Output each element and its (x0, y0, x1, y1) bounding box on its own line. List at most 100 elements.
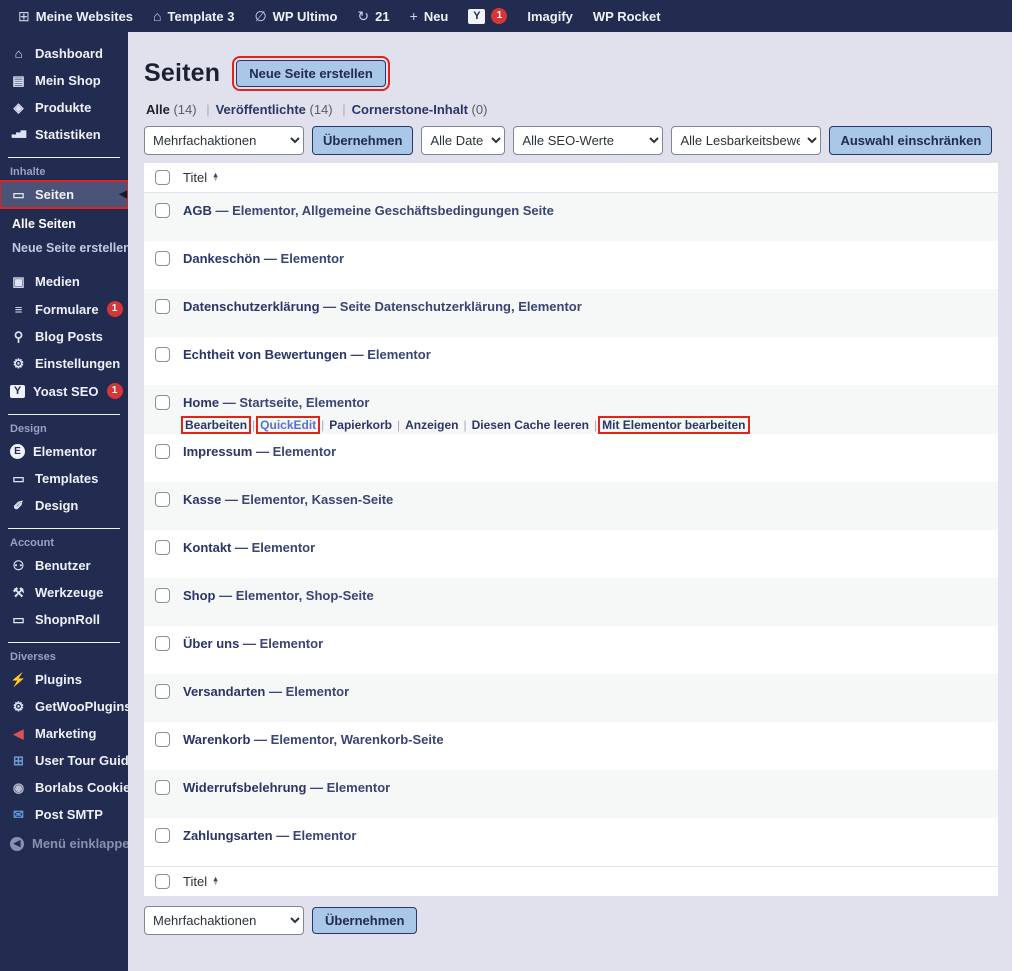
sidebar-item-einstellungen[interactable]: ⚙ Einstellungen (0, 350, 128, 377)
admin-bar-item-yoast[interactable]: Y1 (458, 0, 517, 32)
gear-icon: ⚙ (12, 356, 25, 371)
column-footer-title[interactable]: Titel ▲ ▼ (183, 874, 219, 889)
admin-bar-item-new-content[interactable]: + Neu (400, 0, 459, 32)
row-action-papierkorb[interactable]: Papierkorb (327, 418, 394, 432)
row-checkbox[interactable] (155, 636, 170, 651)
sidebar-item-elementor[interactable]: E Elementor (0, 438, 128, 465)
row-checkbox[interactable] (155, 732, 170, 747)
page-title-link[interactable]: Impressum (183, 444, 252, 459)
readability-filter-select[interactable]: Alle Lesbarkeitsbewertu (671, 126, 822, 155)
filter-button[interactable]: Auswahl einschränken (829, 126, 993, 155)
sidebar-item-mein-shop[interactable]: ▤ Mein Shop (0, 67, 128, 94)
sidebar-item-design[interactable]: ✐ Design (0, 492, 128, 519)
page-title-link[interactable]: Dankeschön (183, 251, 260, 266)
admin-bar-item-meine-websites[interactable]: ⊞ Meine Websites (8, 0, 143, 32)
page-title-link[interactable]: Widerrufsbelehrung (183, 780, 306, 795)
row-action-quickedit[interactable]: QuickEdit (256, 416, 321, 434)
sidebar-item-benutzer[interactable]: ⚇ Benutzer (0, 552, 128, 579)
row-checkbox[interactable] (155, 203, 170, 218)
page-title-link[interactable]: Echtheit von Bewertungen (183, 347, 347, 362)
row-checkbox[interactable] (155, 444, 170, 459)
sidebar-item-yoast-seo[interactable]: Y Yoast SEO 1 (0, 377, 128, 405)
sidebar-item-blog-posts[interactable]: ⚲ Blog Posts (0, 323, 128, 350)
admin-bar-item-label: WP Ultimo (272, 8, 338, 24)
sidebar-item-formulare[interactable]: ≡ Formulare 1 (0, 295, 128, 323)
action-separator: | (321, 418, 325, 432)
sidebar-item-borlabs-cookie[interactable]: ◉ Borlabs Cookie (0, 774, 131, 801)
row-checkbox[interactable] (155, 588, 170, 603)
sidebar-subitem-alle-seiten[interactable]: Alle Seiten (0, 212, 128, 236)
row-checkbox[interactable] (155, 684, 170, 699)
seo-filter-select[interactable]: Alle SEO-Werte (513, 126, 664, 155)
filter-link-alle[interactable]: Alle (146, 102, 170, 117)
sidebar-item-shopnroll[interactable]: ▭ ShopnRoll (0, 606, 128, 633)
column-header-title[interactable]: Titel ▲ ▼ (183, 170, 219, 185)
page-title-link[interactable]: Versandarten (183, 684, 265, 699)
row-checkbox[interactable] (155, 347, 170, 362)
admin-bar-item-imagify[interactable]: Imagify (517, 0, 583, 32)
new-page-button[interactable]: Neue Seite erstellen (232, 55, 390, 91)
sidebar-item-statistiken[interactable]: ▃▅▇ Statistiken (0, 121, 128, 148)
row-checkbox[interactable] (155, 395, 170, 410)
sidebar-item-marketing[interactable]: ◀ Marketing (0, 720, 128, 747)
row-action-bearbeiten[interactable]: Bearbeiten (180, 416, 252, 434)
sidebar-subitem-neue-seite-erstellen[interactable]: Neue Seite erstellen (0, 236, 131, 260)
page-title-link[interactable]: Über uns (183, 636, 239, 651)
sidebar-collapse-menu[interactable]: ◀ Menü einklappen (0, 830, 137, 857)
row-action-anzeigen[interactable]: Anzeigen (403, 418, 460, 432)
row-checkbox[interactable] (155, 540, 170, 555)
filter-separator: | (206, 102, 210, 117)
sidebar-item-werkzeuge[interactable]: ⚒ Werkzeuge (0, 579, 128, 606)
select-all-checkbox-bottom[interactable] (155, 874, 170, 889)
table-row: Shop — Elementor, Shop-Seite (144, 578, 998, 626)
row-checkbox[interactable] (155, 780, 170, 795)
yoast-icon: Y (468, 8, 486, 24)
sidebar-item-post-smtp[interactable]: ✉ Post SMTP (0, 801, 128, 828)
dates-filter-select[interactable]: Alle Daten (421, 126, 506, 155)
row-checkbox[interactable] (155, 251, 170, 266)
page-title-link[interactable]: Warenkorb (183, 732, 250, 747)
page-title-link[interactable]: Shop (183, 588, 216, 603)
page-title-link[interactable]: Zahlungsarten (183, 828, 273, 843)
admin-bar-item-updates[interactable]: ↻ 21 (347, 0, 399, 32)
row-title-cell: Kasse — Elementor, Kassen-Seite (183, 491, 393, 508)
bulk-actions-select-bottom[interactable]: Mehrfachaktionen (144, 906, 304, 935)
page-post-state: — Elementor, Kassen-Seite (221, 492, 394, 507)
status-filter-links: Alle (14) | Veröffentlichte (14) | Corners… (146, 102, 998, 117)
apply-button-bottom[interactable]: Übernehmen (312, 907, 418, 934)
page-title-link[interactable]: Home (183, 395, 219, 410)
sidebar-item-seiten[interactable]: ▭ Seiten ◀ (0, 180, 129, 209)
current-item-arrow-icon: ◀ (119, 189, 127, 200)
yoast-icon: Y (10, 384, 25, 398)
bulk-actions-select[interactable]: Mehrfachaktionen (144, 126, 304, 155)
page-title-link[interactable]: AGB (183, 203, 212, 218)
table-row: Impressum — Elementor (144, 434, 998, 482)
row-checkbox[interactable] (155, 492, 170, 507)
select-all-checkbox[interactable] (155, 170, 170, 185)
admin-bar-item-template-3[interactable]: ⌂ Template 3 (143, 0, 244, 32)
admin-bar-item-wp-rocket[interactable]: WP Rocket (583, 0, 671, 32)
chart-icon: ▃▅▇ (11, 131, 26, 138)
sidebar-item-label: Seiten (35, 187, 75, 202)
row-title-cell: Datenschutzerklärung — Seite Datenschutz… (183, 298, 582, 315)
sidebar-item-user-tour-guide[interactable]: ⊞ User Tour Guide (0, 747, 136, 774)
page-title-link[interactable]: Datenschutzerklärung (183, 299, 320, 314)
sidebar-item-templates[interactable]: ▭ Templates (0, 465, 128, 492)
filter-link-ver-ffentlichte[interactable]: Veröffentlichte (216, 102, 306, 117)
row-checkbox[interactable] (155, 299, 170, 314)
apply-button[interactable]: Übernehmen (312, 126, 414, 155)
sidebar-item-plugins[interactable]: ⚡ Plugins (0, 666, 128, 693)
row-action-diesen-cache-leeren[interactable]: Diesen Cache leeren (470, 418, 591, 432)
row-checkbox[interactable] (155, 828, 170, 843)
filter-link-cornerstone-inhalt[interactable]: Cornerstone-Inhalt (352, 102, 468, 117)
row-action-mit-elementor-bearbeiten[interactable]: Mit Elementor bearbeiten (598, 416, 750, 434)
page-title-link[interactable]: Kasse (183, 492, 221, 507)
sidebar-item-getwooplugins[interactable]: ⚙ GetWooPlugins (0, 693, 132, 720)
page-title-link[interactable]: Kontakt (183, 540, 231, 555)
sidebar-item-dashboard[interactable]: ⌂ Dashboard (0, 40, 128, 67)
admin-bar-item-wp-ultimo[interactable]: ∅ WP Ultimo (244, 0, 347, 32)
sidebar-item-produkte[interactable]: ◈ Produkte (0, 94, 128, 121)
sidebar-item-medien[interactable]: ▣ Medien (0, 268, 128, 295)
wp-ultimo-icon: ∅ (254, 7, 267, 24)
pages-table: Titel ▲ ▼ AGB — Elementor, Allgemeine Ges… (144, 163, 998, 896)
